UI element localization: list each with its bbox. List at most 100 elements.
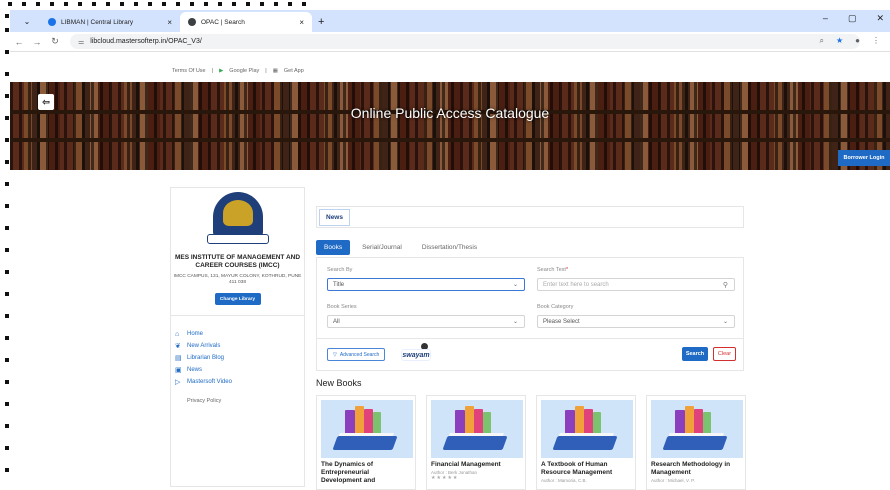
window-controls: – ▢ ✕ <box>823 13 890 24</box>
sidebar-item-label: Mastersoft Video <box>187 379 232 385</box>
search-form: Search By Title ⌄ Search Text* Enter tex… <box>316 257 744 371</box>
reload-icon[interactable]: ↻ <box>46 36 64 47</box>
divider <box>171 315 304 316</box>
page-border-left <box>0 0 10 490</box>
page-border-top <box>0 0 890 8</box>
change-library-button[interactable]: Change Library <box>214 293 261 305</box>
tab-dissertation-thesis[interactable]: Dissertation/Thesis <box>414 240 485 255</box>
book-title[interactable]: The Dynamics of Entrepreneurial Developm… <box>321 461 411 485</box>
tab-close-icon[interactable]: × <box>167 18 172 27</box>
zoom-icon[interactable]: ⌕ <box>820 36 824 46</box>
book-author: Author : Mamoria, C.B. <box>541 478 587 483</box>
required-marker: * <box>565 267 569 273</box>
privacy-policy-link[interactable]: Privacy Policy <box>187 398 304 404</box>
chevron-down-icon: ⌄ <box>512 319 518 325</box>
institute-address: IMCC CAMPUS, 131, MAYUR COLONY, KOTHRUD,… <box>173 274 302 285</box>
book-series-select[interactable]: All ⌄ <box>327 315 525 328</box>
book-title[interactable]: A Textbook of Human Resource Management <box>541 461 631 477</box>
tab-title: LIBMAN | Central Library <box>61 18 134 26</box>
tab-serial-journal[interactable]: Serial/Journal <box>354 240 410 255</box>
separator: | <box>265 68 267 74</box>
book-title[interactable]: Financial Management <box>431 461 521 469</box>
sidebar-item-mastersoft-video[interactable]: ▷ Mastersoft Video <box>175 376 304 388</box>
select-value: Please Select <box>543 318 580 325</box>
search-icon[interactable]: ⚲ <box>723 281 728 289</box>
book-title[interactable]: Research Methodology in Management <box>651 461 741 477</box>
url-text: libcloud.mastersofterp.in/OPAC_V3/ <box>90 38 202 45</box>
search-button[interactable]: Search <box>682 347 708 361</box>
menu-icon[interactable]: ⋮ <box>872 36 880 46</box>
sidebar-item-news[interactable]: ▣ News <box>175 364 304 376</box>
book-cover-image <box>431 400 523 458</box>
chevron-down-icon: ⌄ <box>722 319 728 325</box>
address-bar[interactable]: ⚌ libcloud.mastersofterp.in/OPAC_V3/ <box>70 34 860 49</box>
book-category-select[interactable]: Please Select ⌄ <box>537 315 735 328</box>
book-author: Author : Michael, V. P. <box>651 478 695 483</box>
browser-tab-libman[interactable]: LIBMAN | Central Library × <box>40 12 180 32</box>
rating-stars: ★★★★★ <box>431 475 459 481</box>
search-text-placeholder: Enter text here to search <box>543 281 609 288</box>
book-card[interactable]: Research Methodology in Management Autho… <box>646 395 746 490</box>
select-value: All <box>333 318 340 325</box>
home-icon: ⌂ <box>175 330 180 338</box>
separator: | <box>211 68 214 74</box>
book-card[interactable]: The Dynamics of Entrepreneurial Developm… <box>316 395 416 490</box>
new-tab-button[interactable]: + <box>318 16 324 28</box>
filter-icon: ▽ <box>333 351 337 358</box>
qr-icon: ▦ <box>272 68 278 74</box>
browser-tab-opac[interactable]: OPAC | Search × <box>180 12 312 32</box>
sidebar-item-label: News <box>187 367 203 373</box>
opac-favicon-icon <box>188 18 196 26</box>
chevron-down-icon: ⌄ <box>512 282 518 288</box>
libman-favicon-icon <box>48 18 56 26</box>
logo-ribbon <box>206 234 269 244</box>
advanced-search-label: Advanced Search <box>339 351 380 358</box>
tab-books[interactable]: Books <box>316 240 351 255</box>
tab-close-icon[interactable]: × <box>299 18 304 27</box>
bookmark-star-icon[interactable]: ★ <box>836 36 843 46</box>
toolbar-actions: ⌕ ★ ● ⋮ <box>820 36 881 46</box>
search-by-select[interactable]: Title ⌄ <box>327 278 525 291</box>
shelf-divider <box>10 138 890 142</box>
sidebar-item-librarian-blog[interactable]: ▤ Librarian Blog <box>175 352 304 364</box>
top-links: Terms Of Use | ▶ Google Play | ▦ Get App <box>172 68 304 74</box>
sidebar-item-home[interactable]: ⌂ Home <box>175 328 304 340</box>
profile-icon[interactable]: ● <box>855 36 860 46</box>
sidebar-item-label: Home <box>187 331 204 337</box>
header-banner: ⇦ Online Public Access Catalogue Borrowe… <box>10 82 890 170</box>
close-window-icon[interactable]: ✕ <box>876 13 884 24</box>
gift-icon: ❦ <box>175 343 181 350</box>
forward-arrow-icon[interactable]: → <box>28 37 46 47</box>
get-app-link[interactable]: Get App <box>284 68 304 74</box>
blog-icon: ▤ <box>175 355 182 362</box>
search-text-input[interactable]: Enter text here to search ⚲ <box>537 278 735 291</box>
book-cover-image <box>541 400 633 458</box>
book-card[interactable]: A Textbook of Human Resource Management … <box>536 395 636 490</box>
minimize-icon[interactable]: – <box>823 13 828 24</box>
site-info-icon[interactable]: ⚌ <box>78 38 84 46</box>
news-icon: ▣ <box>175 367 182 374</box>
swayam-logo[interactable]: swayam <box>399 343 433 363</box>
search-by-label: Search By <box>327 267 353 273</box>
advanced-search-button[interactable]: ▽ Advanced Search <box>327 348 386 361</box>
news-panel: News <box>316 206 744 228</box>
google-play-icon: ▶ <box>219 68 224 74</box>
page-title: Online Public Access Catalogue <box>350 105 550 121</box>
search-type-tabs: Books Serial/Journal Dissertation/Thesis <box>316 240 485 255</box>
browser-toolbar: ← → ↻ ⚌ libcloud.mastersofterp.in/OPAC_V… <box>10 32 890 52</box>
clear-button[interactable]: Clear <box>713 347 736 361</box>
tab-news[interactable]: News <box>319 209 350 226</box>
sidebar-item-label: Librarian Blog <box>187 355 225 361</box>
borrower-login-button[interactable]: Borrower Login <box>838 150 890 166</box>
label-text: Search Text <box>537 267 566 273</box>
sidebar-item-new-arrivals[interactable]: ❦ New Arrivals <box>175 340 304 352</box>
video-icon: ▷ <box>175 379 181 386</box>
terms-link[interactable]: Terms Of Use <box>172 68 206 74</box>
sidebar-menu: ⌂ Home ❦ New Arrivals ▤ Librarian Blog ▣ New… <box>171 328 304 388</box>
back-arrow-icon[interactable]: ← <box>10 37 28 47</box>
book-card[interactable]: Financial Management Author : Berk Jonat… <box>426 395 526 490</box>
library-sidebar: MES INSTITUTE OF MANAGEMENT AND CAREER C… <box>170 187 305 487</box>
restore-icon[interactable]: ▢ <box>848 13 857 24</box>
tab-search-icon[interactable]: ⌄ <box>18 12 36 30</box>
google-play-link[interactable]: Google Play <box>229 68 259 74</box>
